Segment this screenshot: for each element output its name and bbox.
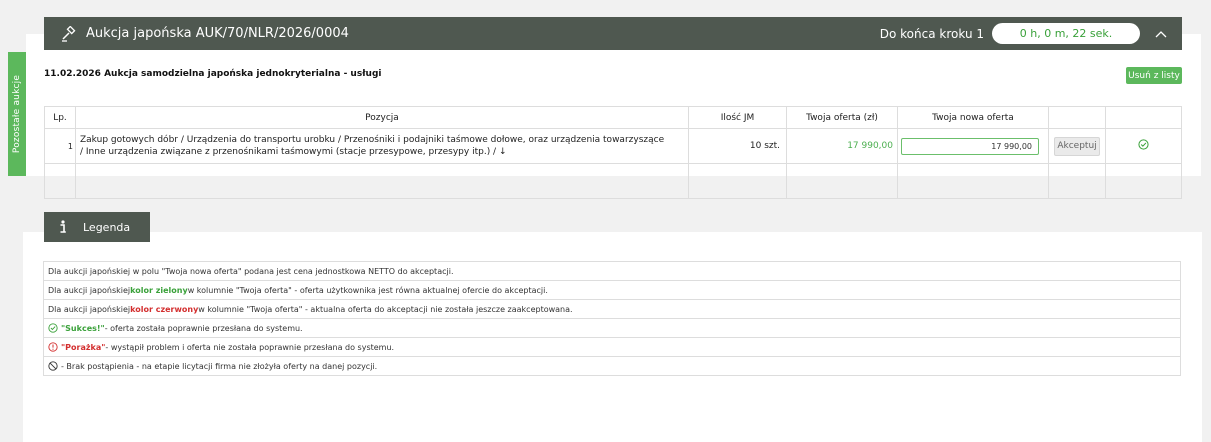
row-nowa-oferta-cell: 17 990,00 <box>897 128 1049 164</box>
legend-item: - Brak postąpienia - na etapie licytacji… <box>43 357 1181 376</box>
countdown-timer: 0 h, 0 m, 22 sek. <box>992 23 1140 44</box>
column-header-status <box>1105 106 1182 129</box>
legend-item: Dla aukcji japońskiej kolor czerwony w k… <box>43 300 1181 319</box>
column-header-lp: Lp. <box>44 106 76 129</box>
legend-text: w kolumnie "Twoja oferta" - aktualna ofe… <box>198 304 573 314</box>
positions-table: Lp. Pozycja Ilość JM Twoja oferta (zł) T… <box>44 106 1182 199</box>
column-header-nowa-oferta: Twoja nowa oferta <box>897 106 1049 129</box>
legend-highlight-failure: "Porażka" <box>61 342 106 352</box>
collapse-chevron-icon[interactable] <box>1140 30 1182 38</box>
row-pozycja-line1: Zakup gotowych dóbr / Urządzenia do tran… <box>80 135 665 145</box>
legend-highlight-success: "Sukces!" <box>61 323 105 333</box>
table-header-row: Lp. Pozycja Ilość JM Twoja oferta (zł) T… <box>44 106 1182 129</box>
row-ilosc: 10 szt. <box>688 128 787 164</box>
success-check-icon <box>48 323 58 333</box>
legend-item: Dla aukcji japońskiej w polu "Twoja nowa… <box>43 261 1181 281</box>
row-lp: 1 <box>44 128 76 164</box>
column-header-pozycja: Pozycja <box>75 106 689 129</box>
row-status-cell <box>1105 128 1182 164</box>
table-footer-row <box>44 163 1182 199</box>
row-accept-cell: Akceptuj <box>1048 128 1106 164</box>
column-header-ilosc: Ilość JM <box>688 106 787 129</box>
new-offer-input[interactable]: 17 990,00 <box>901 137 1039 155</box>
other-auctions-tab[interactable]: Pozostałe aukcje <box>8 52 26 176</box>
legend-item: "Sukces!" - oferta została poprawnie prz… <box>43 319 1181 338</box>
error-exclamation-icon <box>48 342 58 352</box>
table-row: 1 Zakup gotowych dóbr / Urządzenia do tr… <box>44 128 1182 164</box>
row-pozycja: Zakup gotowych dóbr / Urządzenia do tran… <box>75 128 689 164</box>
legend-text: - Brak postąpienia - na etapie licytacji… <box>61 361 378 371</box>
legend-text: - wystąpił problem i oferta nie została … <box>105 342 395 352</box>
gavel-icon <box>60 25 76 42</box>
legend-title: Legenda <box>83 220 131 234</box>
legend-item: Dla aukcji japońskiej kolor zielony w ko… <box>43 281 1181 300</box>
legend-text: - oferta została poprawnie przesłana do … <box>104 323 303 333</box>
countdown-label: Do końca kroku 1 <box>879 26 984 41</box>
column-header-oferta: Twoja oferta (zł) <box>786 106 898 129</box>
legend-text: Dla aukcji japońskiej <box>48 285 131 295</box>
legend-list: Dla aukcji japońskiej w polu "Twoja nowa… <box>43 261 1181 376</box>
row-twoja-oferta: 17 990,00 <box>786 128 898 164</box>
info-icon <box>59 220 71 234</box>
legend-highlight-green: kolor zielony <box>130 285 188 295</box>
legend-highlight-red: kolor czerwony <box>130 304 199 314</box>
legend-header: Legenda <box>44 212 150 242</box>
column-header-accept <box>1048 106 1106 129</box>
legend-text: Dla aukcji japońskiej <box>48 304 131 314</box>
other-auctions-label: Pozostałe aukcje <box>12 74 22 154</box>
legend-item: "Porażka" - wystąpił problem i oferta ni… <box>43 338 1181 357</box>
remove-from-list-button[interactable]: Usuń z listy <box>1126 67 1182 84</box>
legend-text: w kolumnie "Twoja oferta" - oferta użytk… <box>187 285 548 295</box>
accept-button[interactable]: Akceptuj <box>1054 136 1100 156</box>
row-pozycja-line2: / Inne urządzenia związane z przenośnika… <box>80 147 507 157</box>
auction-title: Aukcja japońska AUK/70/NLR/2026/0004 <box>86 26 349 41</box>
auction-subtitle: 11.02.2026 Aukcja samodzielna japońska j… <box>44 69 382 79</box>
auction-header: Aukcja japońska AUK/70/NLR/2026/0004 Do … <box>44 17 1182 50</box>
no-bid-circle-slash-icon <box>48 361 58 371</box>
success-check-icon <box>1138 139 1149 153</box>
legend-text: Dla aukcji japońskiej w polu "Twoja nowa… <box>48 266 454 276</box>
